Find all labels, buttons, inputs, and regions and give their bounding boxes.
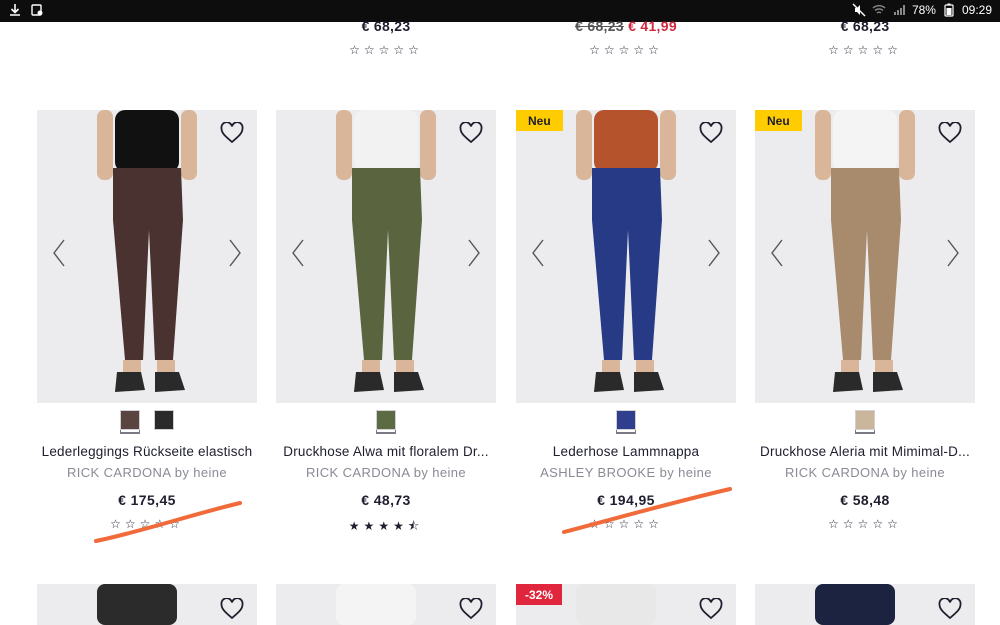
rating-stars: ☆☆☆☆☆ xyxy=(349,43,423,57)
wishlist-heart-icon[interactable] xyxy=(938,122,962,144)
wishlist-heart-icon[interactable] xyxy=(459,598,483,620)
product-price: € 68,23 xyxy=(840,18,890,34)
battery-percent: 78% xyxy=(911,3,936,17)
product-brand: RICK CARDONA by heine xyxy=(66,465,228,480)
color-swatch[interactable] xyxy=(376,410,396,430)
wishlist-heart-icon[interactable] xyxy=(220,598,244,620)
product-name[interactable]: Druckhose Aleria mit Mimimal-D... xyxy=(755,444,975,459)
product-price: € 175,45 xyxy=(118,492,176,508)
wishlist-heart-icon[interactable] xyxy=(699,122,723,144)
product-price: € 48,73 xyxy=(361,492,411,508)
battery-icon xyxy=(944,3,954,17)
product-image[interactable] xyxy=(755,110,975,403)
product-name[interactable]: Lederleggings Rückseite elastisch xyxy=(37,444,257,459)
color-swatch[interactable] xyxy=(120,410,140,430)
wishlist-heart-icon[interactable] xyxy=(220,122,244,144)
clock: 09:29 xyxy=(961,3,992,17)
color-swatches xyxy=(755,410,975,430)
wishlist-heart-icon[interactable] xyxy=(699,598,723,620)
discount-badge: -32% xyxy=(516,584,563,605)
color-swatches xyxy=(516,410,736,430)
new-badge: Neu xyxy=(516,110,563,131)
color-swatches xyxy=(37,410,257,430)
chevron-right-icon[interactable] xyxy=(467,238,481,268)
sale-price: € 41,99 xyxy=(628,18,677,34)
rating-stars: ☆☆☆☆☆ xyxy=(589,43,663,57)
rating-stars: ★★★★⯪ xyxy=(348,519,424,533)
product-price: € 194,95 xyxy=(597,492,655,508)
product-price: € 58,48 xyxy=(840,492,890,508)
product-image[interactable] xyxy=(516,110,736,403)
color-swatch[interactable] xyxy=(154,410,174,430)
download-icon xyxy=(10,4,20,16)
old-price: € 68,23 xyxy=(575,18,624,34)
product-brand: ASHLEY BROOKE by heine xyxy=(540,465,712,480)
product-image-card[interactable] xyxy=(37,584,257,625)
product-image-card[interactable] xyxy=(755,584,975,625)
chevron-left-icon[interactable] xyxy=(531,238,545,268)
chevron-right-icon[interactable] xyxy=(707,238,721,268)
product-price-sale: € 68,23 € 41,99 xyxy=(516,18,736,34)
product-price: € 68,23 xyxy=(361,18,411,34)
chevron-right-icon[interactable] xyxy=(946,238,960,268)
product-image[interactable] xyxy=(276,110,496,403)
color-swatch[interactable] xyxy=(616,410,636,430)
product-brand: RICK CARDONA by heine xyxy=(784,465,946,480)
product-image-card[interactable] xyxy=(276,110,496,403)
product-image-card[interactable]: Neu xyxy=(755,110,975,403)
chevron-left-icon[interactable] xyxy=(291,238,305,268)
product-image[interactable] xyxy=(37,110,257,403)
product-image-card[interactable] xyxy=(276,584,496,625)
product-image-card[interactable]: Neu xyxy=(516,110,736,403)
wifi-icon xyxy=(872,5,886,14)
rating-stars: ☆☆☆☆☆ xyxy=(110,517,184,531)
product-image-card[interactable] xyxy=(37,110,257,403)
product-brand: RICK CARDONA by heine xyxy=(305,465,467,480)
signal-icon xyxy=(893,5,905,15)
chevron-left-icon[interactable] xyxy=(770,238,784,268)
wishlist-heart-icon[interactable] xyxy=(459,122,483,144)
rating-stars: ☆☆☆☆☆ xyxy=(589,517,663,531)
mute-icon xyxy=(852,3,866,17)
wishlist-heart-icon[interactable] xyxy=(938,598,962,620)
new-badge: Neu xyxy=(755,110,802,131)
product-name[interactable]: Druckhose Alwa mit floralem Dr... xyxy=(276,444,496,459)
rating-stars: ☆☆☆☆☆ xyxy=(828,43,902,57)
color-swatches xyxy=(276,410,496,430)
color-swatch[interactable] xyxy=(855,410,875,430)
chevron-right-icon[interactable] xyxy=(228,238,242,268)
screenshot-icon xyxy=(31,4,43,16)
chevron-left-icon[interactable] xyxy=(52,238,66,268)
product-name[interactable]: Lederhose Lammnappa xyxy=(516,444,736,459)
rating-stars: ☆☆☆☆☆ xyxy=(828,517,902,531)
product-image-card[interactable]: -32% xyxy=(516,584,736,625)
